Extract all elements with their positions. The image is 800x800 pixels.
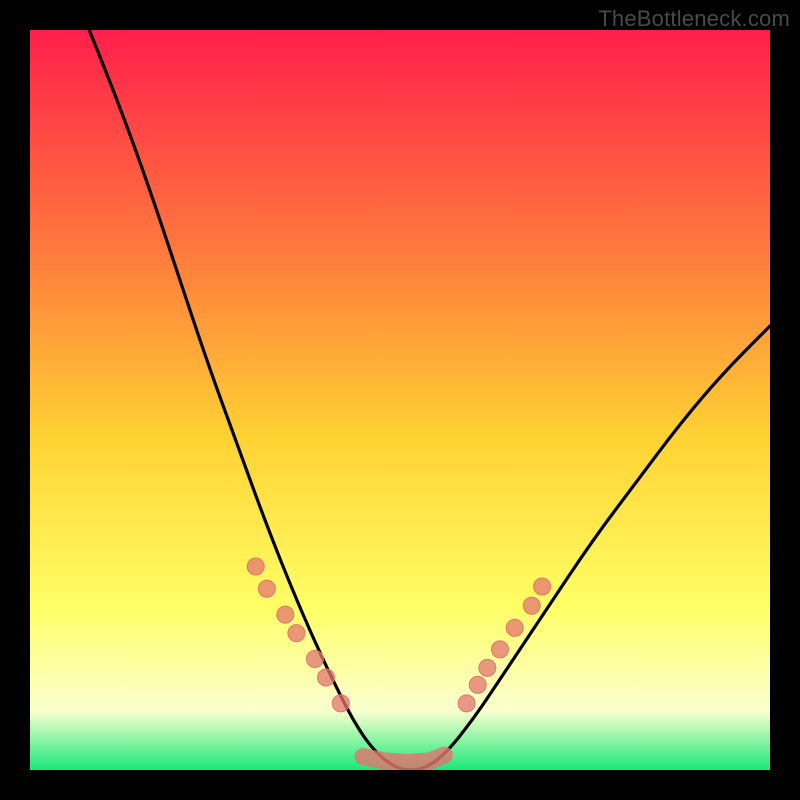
marker-right	[523, 597, 540, 614]
marker-right	[469, 676, 486, 693]
marker-right	[506, 619, 523, 636]
marker-left	[288, 625, 305, 642]
plateau-marker	[363, 755, 444, 762]
marker-left	[332, 695, 349, 712]
bottleneck-curve-chart	[30, 30, 770, 770]
chart-frame: TheBottleneck.com	[0, 0, 800, 800]
marker-left	[258, 580, 275, 597]
marker-right	[491, 641, 508, 658]
watermark-text: TheBottleneck.com	[598, 6, 790, 32]
marker-right	[534, 578, 551, 595]
marker-left	[247, 558, 264, 575]
plot-area	[30, 30, 770, 770]
marker-right	[479, 659, 496, 676]
marker-left	[277, 606, 294, 623]
gradient-background	[30, 30, 770, 770]
marker-left	[306, 651, 323, 668]
marker-right	[458, 695, 475, 712]
marker-left	[318, 669, 335, 686]
